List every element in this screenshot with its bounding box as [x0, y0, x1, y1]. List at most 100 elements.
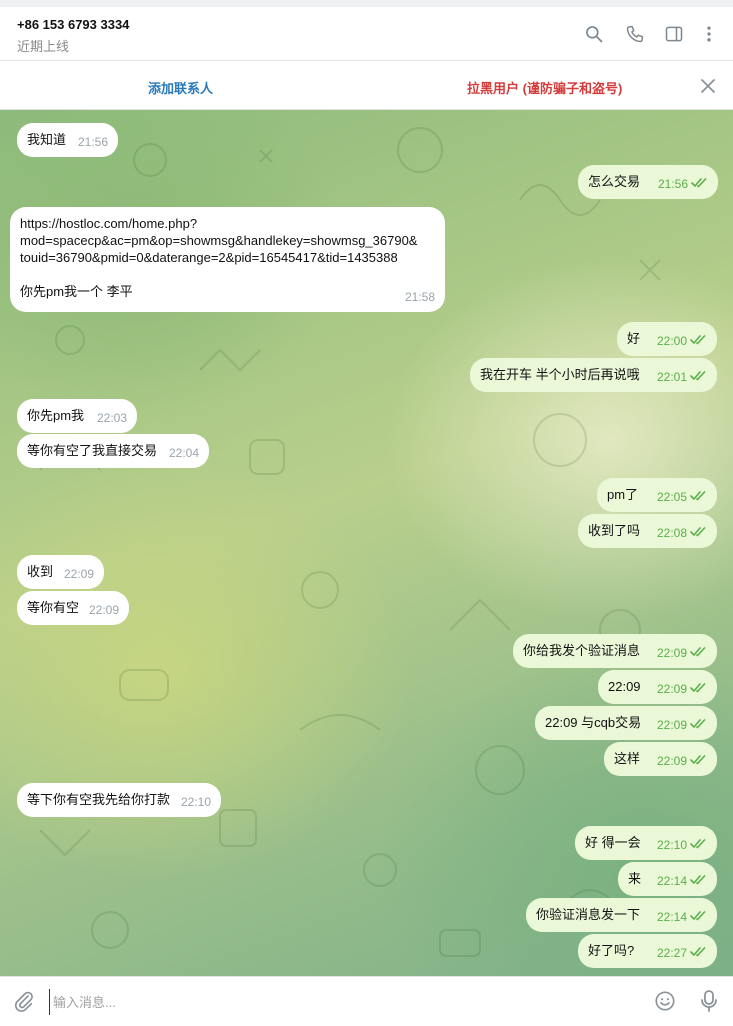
- read-check-icon: [690, 525, 707, 542]
- outgoing-message[interactable]: 来 22:14: [618, 862, 717, 896]
- outgoing-message[interactable]: 这样 22:09: [604, 742, 717, 776]
- message-text: 收到: [27, 564, 54, 579]
- message-text: 这样: [614, 751, 641, 766]
- message-meta: 22:03: [97, 410, 127, 427]
- message-time: 21:56: [657, 177, 688, 191]
- incoming-message[interactable]: 收到 22:09: [17, 555, 104, 589]
- incoming-message[interactable]: 等下你有空我先给你打款 22:10: [17, 783, 221, 817]
- message-time: 22:09: [656, 646, 687, 660]
- message-meta: 22:09: [657, 645, 707, 662]
- message-meta: 22:14: [657, 909, 707, 926]
- sidebar-icon[interactable]: [662, 22, 686, 46]
- message-time: 22:05: [656, 490, 687, 504]
- add-contact-button[interactable]: 添加联系人: [148, 78, 213, 97]
- message-text: 你给我发个验证消息: [523, 643, 641, 658]
- message-time: 22:00: [656, 334, 687, 348]
- message-meta: 22:14: [657, 873, 707, 890]
- read-check-icon: [690, 333, 707, 350]
- message-time: 22:08: [656, 526, 687, 540]
- close-icon[interactable]: [699, 77, 717, 95]
- message-time: 22:10: [180, 795, 211, 809]
- outgoing-message[interactable]: 你给我发个验证消息 22:09: [513, 634, 717, 668]
- message-time: 22:03: [96, 411, 127, 425]
- emoji-icon[interactable]: [654, 990, 676, 1012]
- message-meta: 22:09: [64, 566, 94, 583]
- chat-header: +86 153 6793 3334 近期上线: [0, 7, 733, 61]
- outgoing-message[interactable]: pm了 22:05: [597, 478, 717, 512]
- read-check-icon: [690, 945, 707, 962]
- read-check-icon: [690, 681, 707, 698]
- read-check-icon: [690, 909, 707, 926]
- message-text: 等你有空: [27, 600, 80, 615]
- outgoing-message[interactable]: 好 22:00: [617, 322, 717, 356]
- message-text: 你验证消息发一下: [536, 907, 641, 922]
- message-text: 你先pm我: [27, 408, 85, 423]
- read-check-icon: [690, 645, 707, 662]
- message-meta: 22:00: [657, 333, 707, 350]
- microphone-icon[interactable]: [699, 989, 719, 1013]
- composer: [0, 976, 733, 1026]
- read-check-icon: [691, 176, 708, 193]
- peer-name[interactable]: +86 153 6793 3334: [17, 17, 129, 32]
- message-text: 好 得一会: [585, 835, 641, 850]
- chat-area[interactable]: 我知道 21:56 怎么交易 21:56 https://hostloc.com/hom…: [0, 110, 733, 976]
- message-meta: 22:08: [657, 525, 707, 542]
- message-text: pm了: [607, 487, 639, 502]
- search-icon[interactable]: [582, 22, 606, 46]
- incoming-message[interactable]: https://hostloc.com/home.php? mod=spacec…: [10, 207, 445, 312]
- message-time: 22:09: [656, 754, 687, 768]
- message-meta: 22:27: [657, 945, 707, 962]
- incoming-message[interactable]: 等你有空 22:09: [17, 591, 129, 625]
- message-meta: 22:01: [657, 369, 707, 386]
- message-meta: 21:56: [658, 176, 708, 193]
- more-icon[interactable]: [697, 22, 721, 46]
- message-time: 22:09: [88, 603, 119, 617]
- outgoing-message[interactable]: 收到了吗 22:08: [578, 514, 717, 548]
- message-time: 22:09: [656, 682, 687, 696]
- message-text: 等你有空了我直接交易: [27, 443, 158, 458]
- outgoing-message[interactable]: 22:09 与cqb交易 22:09: [535, 706, 717, 740]
- read-check-icon: [690, 753, 707, 770]
- message-text: 我知道: [27, 132, 67, 147]
- peer-status: 近期上线: [17, 39, 70, 54]
- phone-icon[interactable]: [623, 22, 647, 46]
- outgoing-message[interactable]: 你验证消息发一下 22:14: [526, 898, 717, 932]
- incoming-message[interactable]: 等你有空了我直接交易 22:04: [17, 434, 209, 468]
- message-meta: 22:09: [657, 681, 707, 698]
- outgoing-message[interactable]: 22:09 22:09: [598, 670, 717, 704]
- read-check-icon: [690, 873, 707, 890]
- message-meta: 22:05: [657, 489, 707, 506]
- message-time: 22:04: [168, 446, 199, 460]
- message-meta: 22:09: [89, 602, 119, 619]
- message-meta: 21:58: [405, 289, 435, 306]
- message-text: 来: [628, 871, 642, 886]
- read-check-icon: [690, 489, 707, 506]
- read-check-icon: [690, 369, 707, 386]
- message-text: 等下你有空我先给你打款: [27, 792, 171, 807]
- message-meta: 22:04: [169, 445, 199, 462]
- incoming-message[interactable]: 你先pm我 22:03: [17, 399, 137, 433]
- block-user-button[interactable]: 拉黑用户 (谨防骗子和盗号): [467, 78, 622, 97]
- message-text: 怎么交易: [588, 174, 641, 189]
- message-time: 22:10: [656, 838, 687, 852]
- message-time: 21:56: [77, 135, 108, 149]
- message-time: 22:01: [656, 370, 687, 384]
- message-meta: 21:56: [78, 134, 108, 151]
- read-check-icon: [690, 837, 707, 854]
- message-time: 21:58: [404, 290, 435, 304]
- message-time: 22:27: [656, 946, 687, 960]
- message-input[interactable]: [49, 989, 635, 1015]
- outgoing-message[interactable]: 怎么交易 21:56: [578, 165, 718, 199]
- outgoing-message[interactable]: 我在开车 半个小时后再说哦 22:01: [470, 358, 717, 392]
- outgoing-message[interactable]: 好 得一会 22:10: [575, 826, 717, 860]
- window-top-strip: [0, 0, 733, 7]
- incoming-message[interactable]: 我知道 21:56: [17, 123, 118, 157]
- outgoing-message[interactable]: 好了吗? 22:27: [578, 934, 717, 968]
- message-text: https://hostloc.com/home.php? mod=spacec…: [20, 216, 418, 299]
- message-meta: 22:09: [657, 753, 707, 770]
- message-meta: 22:10: [657, 837, 707, 854]
- message-text: 22:09 与cqb交易: [545, 715, 642, 730]
- attach-icon[interactable]: [13, 990, 35, 1012]
- action-bar: 添加联系人 拉黑用户 (谨防骗子和盗号): [0, 61, 733, 110]
- read-check-icon: [690, 717, 707, 734]
